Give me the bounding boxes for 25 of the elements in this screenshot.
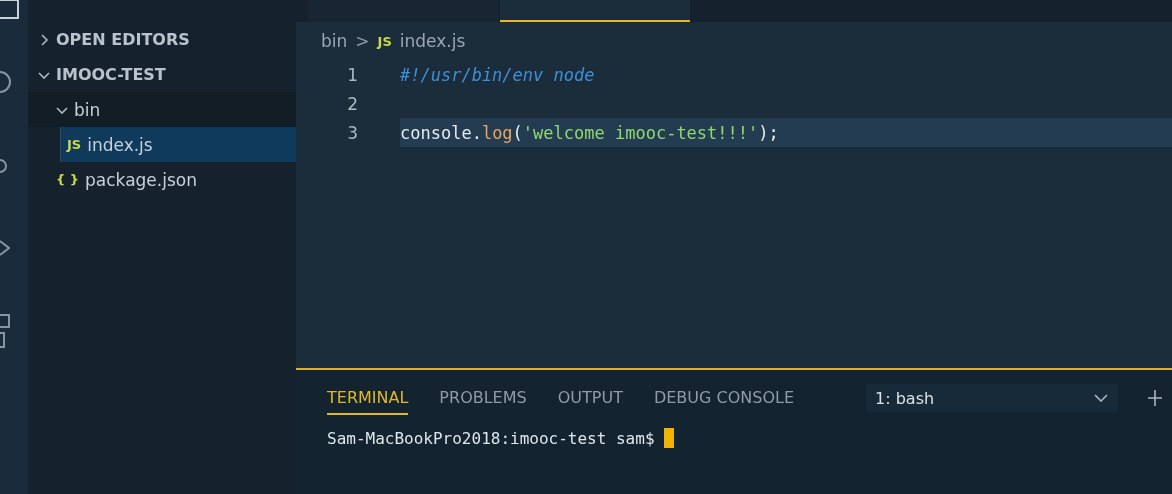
code-line: #!/usr/bin/env node [400, 63, 596, 87]
section-header[interactable]: IMOOC-TEST [28, 57, 296, 92]
js-file-icon: JS [377, 33, 392, 49]
caret-icon [1094, 394, 1108, 402]
panel-tab[interactable]: DEBUG CONSOLE [653, 381, 794, 415]
breadcrumb-separator: > [355, 31, 370, 51]
section-header[interactable]: OPEN EDITORS [28, 22, 296, 57]
terminal-cursor [663, 428, 674, 448]
plus-icon[interactable] [1148, 390, 1162, 406]
files-icon[interactable] [0, 0, 20, 20]
line-number: 1 [346, 64, 358, 85]
line-number: 2 [346, 93, 358, 114]
chevron-icon [38, 33, 50, 46]
panel-tab[interactable]: PROBLEMS [439, 381, 527, 415]
tree-item[interactable]: { } package.json [28, 162, 296, 197]
panel-tab[interactable]: OUTPUT [557, 381, 623, 415]
panel-tab[interactable]: TERMINAL [327, 381, 409, 415]
tree-item[interactable]: JS index.js [60, 127, 296, 162]
terminal-select[interactable]: 1: bash [866, 384, 1118, 412]
terminal-prompt: Sam-MacBookPro2018:imooc-test sam$ [327, 428, 655, 448]
line-number: 3 [346, 122, 358, 143]
editor-tab[interactable] [500, 0, 690, 22]
tree-item[interactable]: bin [28, 92, 296, 127]
breadcrumb-item[interactable]: index.js [399, 31, 466, 51]
breadcrumb-item[interactable]: bin [321, 31, 348, 51]
